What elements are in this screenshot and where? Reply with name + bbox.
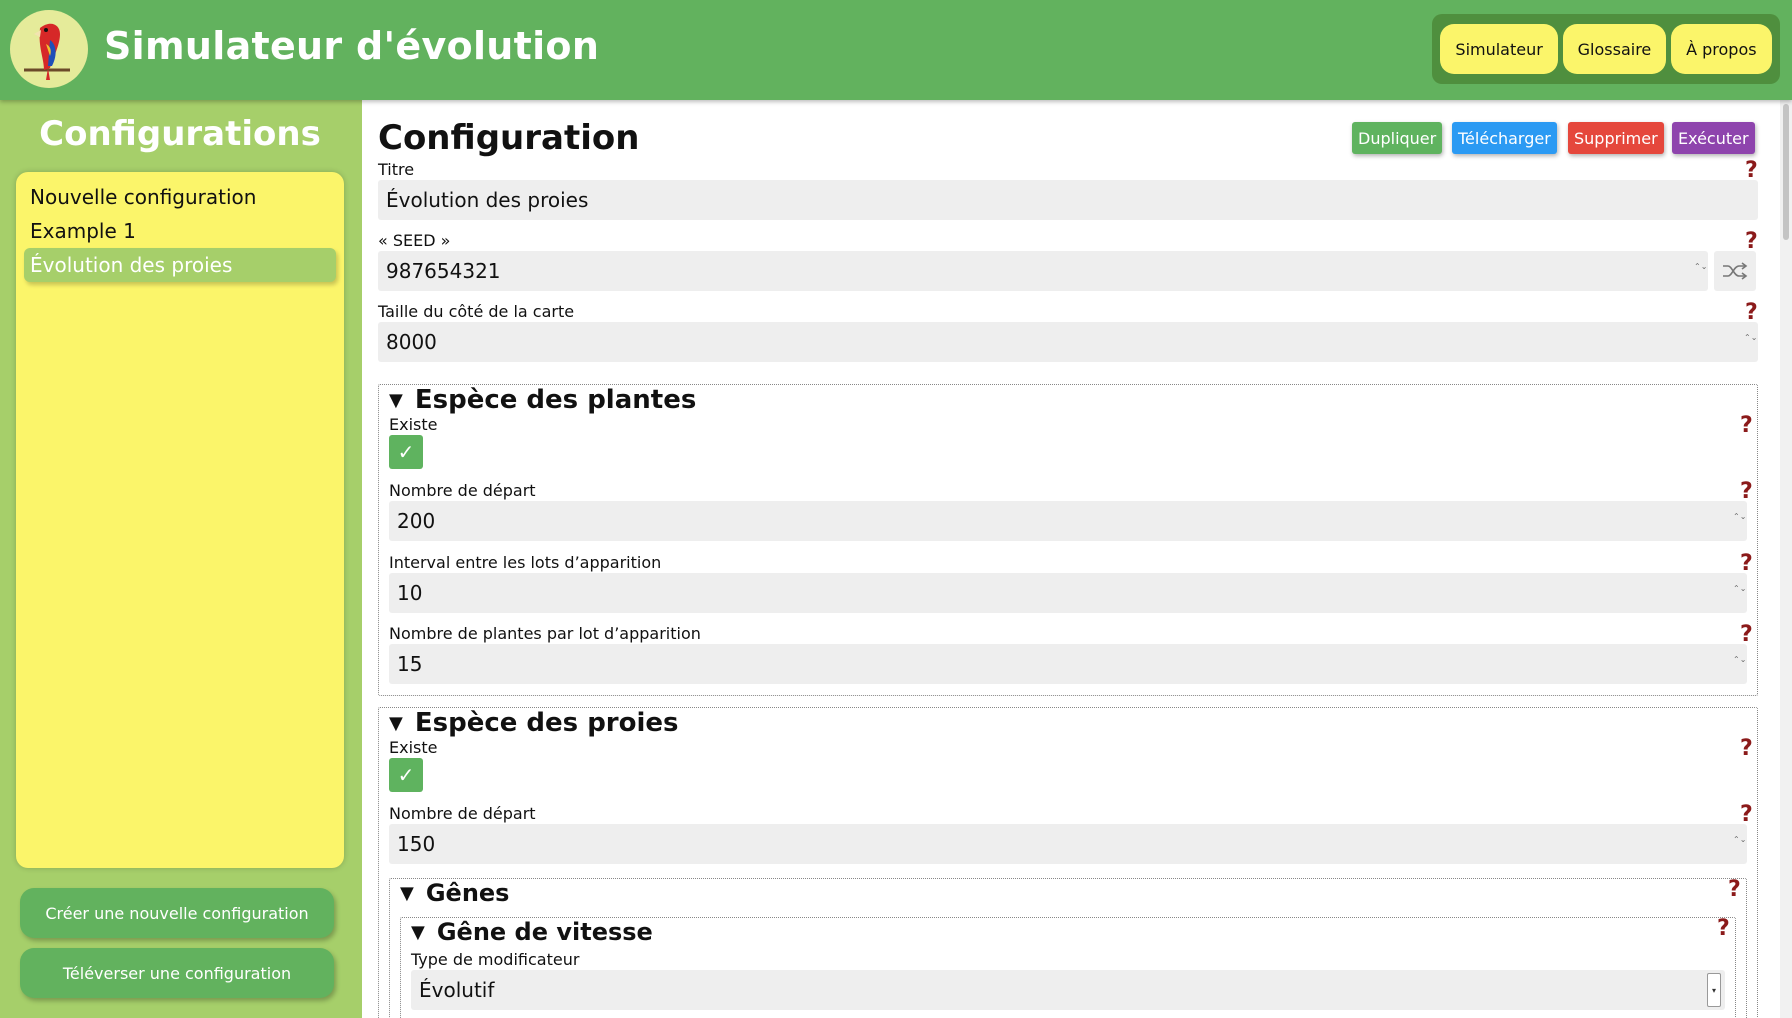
spinner-icon[interactable]: ⌃⌄ xyxy=(1733,513,1746,529)
genes-section: ▼ Gênes ? ▼ Gêne de vitesse ? Type de mo… xyxy=(389,878,1747,1018)
map-size-input[interactable]: 8000 ⌃⌄ xyxy=(378,322,1758,362)
chevron-down-icon[interactable]: ▾ xyxy=(1707,973,1721,1007)
question-mark-icon[interactable]: ? xyxy=(1745,231,1758,253)
parrot-logo[interactable] xyxy=(10,10,88,88)
modifier-type-select[interactable]: Évolutif ▾ xyxy=(411,970,1725,1010)
plants-interval-label: Interval entre les lots d’apparition xyxy=(389,553,662,572)
title-input[interactable]: Évolution des proies xyxy=(378,180,1758,220)
triangle-down-icon: ▼ xyxy=(411,921,425,943)
checkmark-icon: ✓ xyxy=(397,763,415,787)
question-mark-icon[interactable]: ? xyxy=(1740,624,1753,646)
shuffle-seed-button[interactable] xyxy=(1714,251,1756,291)
config-item-evolution-proies[interactable]: Évolution des proies xyxy=(24,248,336,282)
prey-start-count-label: Nombre de départ xyxy=(389,804,536,823)
question-mark-icon[interactable]: ? xyxy=(1740,738,1753,760)
spinner-icon[interactable]: ⌃⌄ xyxy=(1733,836,1746,852)
spinner-icon[interactable]: ⌃⌄ xyxy=(1733,585,1746,601)
download-button[interactable]: Télécharger xyxy=(1452,122,1557,154)
question-mark-icon[interactable]: ? xyxy=(1740,481,1753,503)
seed-input[interactable]: 987654321 ⌃⌄ xyxy=(378,251,1708,291)
title-input-value: Évolution des proies xyxy=(386,188,589,212)
plants-interval-input[interactable]: 10 ⌃⌄ xyxy=(389,573,1747,613)
nav-a-propos[interactable]: À propos xyxy=(1671,24,1772,74)
plants-start-count-label: Nombre de départ xyxy=(389,481,536,500)
config-list: Nouvelle configuration Example 1 Évoluti… xyxy=(16,172,344,868)
genes-section-header[interactable]: ▼ Gênes xyxy=(400,879,509,907)
create-config-button[interactable]: Créer une nouvelle configuration xyxy=(20,888,334,938)
question-mark-icon[interactable]: ? xyxy=(1745,160,1758,182)
plants-per-batch-input[interactable]: 15 ⌃⌄ xyxy=(389,644,1747,684)
plants-per-batch-label: Nombre de plantes par lot d’apparition xyxy=(389,624,701,643)
config-item-nouvelle[interactable]: Nouvelle configuration xyxy=(24,180,336,214)
prey-exists-label: Existe xyxy=(389,738,438,757)
plants-start-count-value: 200 xyxy=(397,509,436,533)
triangle-down-icon: ▼ xyxy=(400,882,414,904)
nav-simulateur[interactable]: Simulateur xyxy=(1440,24,1558,74)
checkmark-icon: ✓ xyxy=(397,440,415,464)
app-title: Simulateur d'évolution xyxy=(104,24,600,68)
speed-gene-section: ▼ Gêne de vitesse ? Type de modificateur… xyxy=(400,917,1736,1018)
spinner-icon[interactable]: ⌃⌄ xyxy=(1733,656,1746,672)
question-mark-icon[interactable]: ? xyxy=(1740,415,1753,437)
triangle-down-icon: ▼ xyxy=(389,389,403,411)
prey-start-count-value: 150 xyxy=(397,832,436,856)
sidebar-title: Configurations xyxy=(39,114,321,154)
prey-start-count-input[interactable]: 150 ⌃⌄ xyxy=(389,824,1747,864)
config-item-example-1[interactable]: Example 1 xyxy=(24,214,336,248)
upload-config-button[interactable]: Téléverser une configuration xyxy=(20,948,334,998)
plants-section: ▼ Espèce des plantes Existe ? ✓ Nombre d… xyxy=(378,384,1758,696)
question-mark-icon[interactable]: ? xyxy=(1745,302,1758,324)
spinner-icon[interactable]: ⌃⌄ xyxy=(1744,334,1757,350)
question-mark-icon[interactable]: ? xyxy=(1717,918,1730,940)
seed-input-value: 987654321 xyxy=(386,259,501,283)
map-size-label: Taille du côté de la carte xyxy=(378,302,575,321)
question-mark-icon[interactable]: ? xyxy=(1740,804,1753,826)
duplicate-button[interactable]: Dupliquer xyxy=(1352,122,1443,154)
plants-exists-checkbox[interactable]: ✓ xyxy=(389,435,423,469)
prey-section-header[interactable]: ▼ Espèce des proies xyxy=(389,708,679,738)
genes-heading: Gênes xyxy=(425,879,510,907)
execute-button[interactable]: Exécuter xyxy=(1672,122,1755,154)
parrot-icon xyxy=(24,23,70,80)
top-bar: Simulateur d'évolution Simulateur Glossa… xyxy=(0,0,1792,100)
plants-exists-label: Existe xyxy=(389,415,438,434)
plants-heading: Espèce des plantes xyxy=(414,385,697,415)
prey-exists-checkbox[interactable]: ✓ xyxy=(389,758,423,792)
plants-section-header[interactable]: ▼ Espèce des plantes xyxy=(389,385,696,415)
spinner-icon[interactable]: ⌃⌄ xyxy=(1694,263,1707,279)
modifier-type-value: Évolutif xyxy=(419,978,495,1002)
shuffle-icon xyxy=(1723,262,1748,280)
plants-per-batch-value: 15 xyxy=(397,652,423,676)
plants-start-count-input[interactable]: 200 ⌃⌄ xyxy=(389,501,1747,541)
map-size-input-value: 8000 xyxy=(386,330,437,354)
title-label: Titre xyxy=(378,160,415,179)
prey-section: ▼ Espèce des proies Existe ? ✓ Nombre de… xyxy=(378,707,1758,1018)
delete-button[interactable]: Supprimer xyxy=(1568,122,1664,154)
prey-heading: Espèce des proies xyxy=(414,708,679,738)
plants-interval-value: 10 xyxy=(397,581,423,605)
speed-gene-header[interactable]: ▼ Gêne de vitesse xyxy=(411,918,653,946)
seed-label: « SEED » xyxy=(378,231,451,250)
modifier-type-label: Type de modificateur xyxy=(411,950,580,969)
nav-glossaire[interactable]: Glossaire xyxy=(1562,24,1667,74)
config-panel: Configuration Dupliquer Télécharger Supp… xyxy=(362,100,1780,1018)
main-nav: Simulateur Glossaire À propos xyxy=(1432,14,1780,84)
triangle-down-icon: ▼ xyxy=(389,712,403,734)
sidebar: Configurations Nouvelle configuration Ex… xyxy=(0,100,360,1018)
question-mark-icon[interactable]: ? xyxy=(1740,553,1753,575)
page-title: Configuration xyxy=(378,118,640,158)
question-mark-icon[interactable]: ? xyxy=(1728,879,1741,901)
scrollbar-thumb[interactable] xyxy=(1783,104,1789,240)
scrollbar[interactable] xyxy=(1780,100,1792,1018)
speed-gene-heading: Gêne de vitesse xyxy=(436,918,653,946)
